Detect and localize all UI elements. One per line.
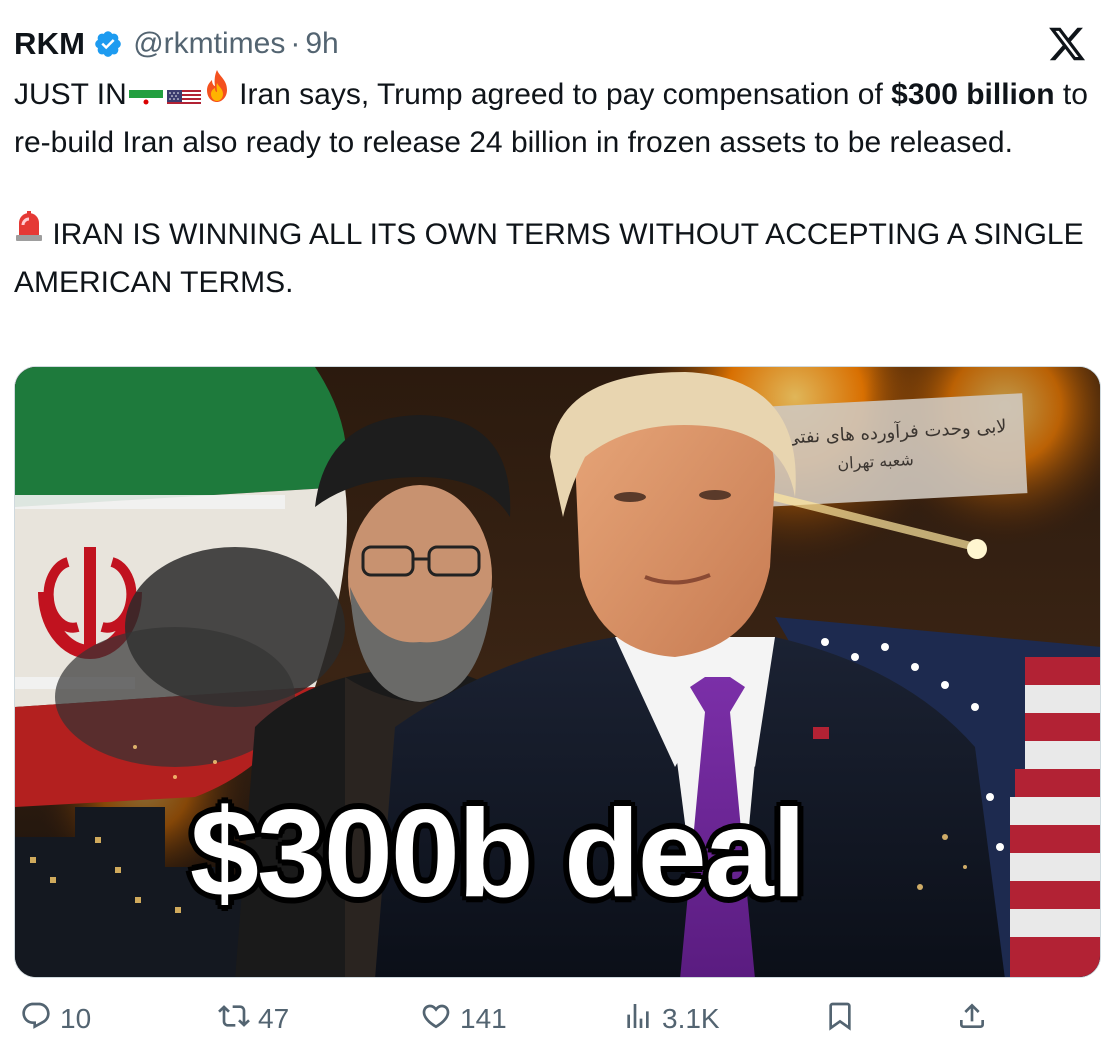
fire-icon	[203, 69, 231, 117]
repost-button[interactable]: 47	[218, 996, 289, 1042]
views-count: 3.1K	[662, 1003, 720, 1034]
separator-dot: ·	[290, 27, 301, 60]
repost-icon	[218, 1000, 250, 1039]
verified-badge-icon	[93, 29, 123, 59]
tweet-text-middle: Iran says, Trump agreed to pay compensat…	[230, 78, 892, 111]
iran-flag-icon	[128, 82, 163, 107]
views-chart-icon	[622, 1000, 654, 1039]
tweet-text-alert: IRAN IS WINNING ALL ITS OWN TERMS WITHOU…	[14, 218, 1084, 300]
tweet-header: RKM @rkmtimes · 9h	[14, 22, 1105, 66]
tweet-text: JUST IN Iran says, Trump agreed to pay c…	[14, 69, 1106, 306]
tweet-paragraph-1: JUST IN Iran says, Trump agreed to pay c…	[14, 69, 1106, 166]
x-logo-icon[interactable]	[1047, 24, 1087, 64]
like-button[interactable]: 141	[420, 996, 507, 1042]
tweet-action-bar: 10 47 141 3.1K	[20, 996, 1100, 1042]
tweet-paragraph-2: IRAN IS WINNING ALL ITS OWN TERMS WITHOU…	[14, 209, 1106, 306]
like-count: 141	[460, 1003, 507, 1034]
author-handle[interactable]: @rkmtimes	[133, 27, 285, 61]
reply-count: 10	[60, 1003, 92, 1034]
share-icon	[956, 1000, 988, 1039]
siren-icon	[14, 209, 44, 257]
media-overlay-caption: $300b deal	[188, 785, 808, 923]
bookmark-icon	[824, 1000, 856, 1039]
just-in-label: JUST IN	[14, 78, 127, 111]
share-button[interactable]	[956, 996, 988, 1042]
us-flag-icon	[166, 82, 201, 107]
bookmark-button[interactable]	[824, 996, 856, 1042]
tweet-text-bold: $300 billion	[891, 78, 1055, 111]
tweet: RKM @rkmtimes · 9h JUST IN Iran says, Tr…	[0, 0, 1119, 1049]
post-time[interactable]: 9h	[305, 27, 338, 61]
views-button[interactable]: 3.1K	[622, 996, 720, 1042]
heart-icon	[420, 1000, 452, 1039]
author-display-name[interactable]: RKM	[14, 26, 85, 62]
reply-icon	[20, 1000, 52, 1039]
reply-button[interactable]: 10	[20, 996, 91, 1042]
repost-count: 47	[258, 1003, 290, 1034]
